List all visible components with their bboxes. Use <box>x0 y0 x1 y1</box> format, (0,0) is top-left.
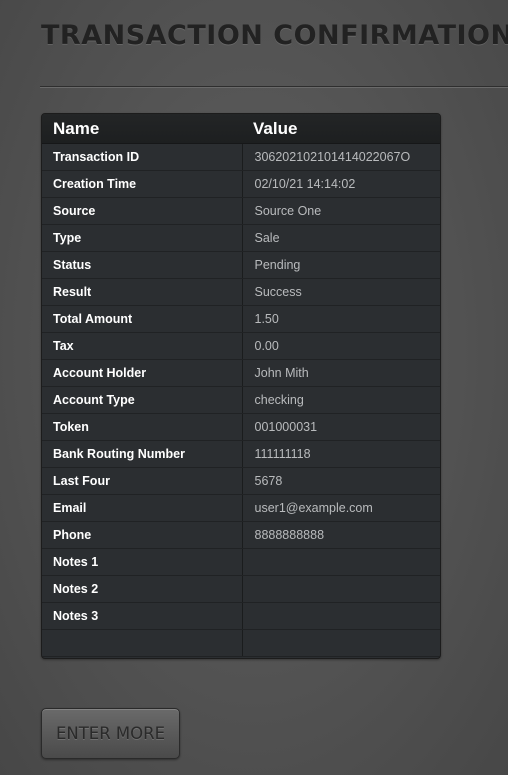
row-name: Type <box>42 224 243 252</box>
row-name: Account Type <box>42 386 243 414</box>
row-value: 111111118 <box>242 440 440 468</box>
row-value: Pending <box>242 251 440 279</box>
row-name: Notes 3 <box>42 602 243 630</box>
row-value: John Mith <box>242 359 440 387</box>
table-row: Notes 1 <box>42 548 440 576</box>
row-name: Tax <box>42 332 243 360</box>
transaction-table: Name Value Transaction ID 30620210210141… <box>41 113 441 659</box>
table-row: Phone 8888888888 <box>42 521 440 549</box>
row-value: 0.00 <box>242 332 440 360</box>
row-name: Account Holder <box>42 359 243 387</box>
table-row: Total Amount 1.50 <box>42 305 440 333</box>
row-value: Success <box>242 278 440 306</box>
row-value: user1@example.com <box>242 494 440 522</box>
table-row: Notes 2 <box>42 575 440 603</box>
table-row: Email user1@example.com <box>42 494 440 522</box>
row-name: Email <box>42 494 243 522</box>
row-value: 1.50 <box>242 305 440 333</box>
row-value: Source One <box>242 197 440 225</box>
row-name: Source <box>42 197 243 225</box>
table-row: Token 001000031 <box>42 413 440 441</box>
row-name: Bank Routing Number <box>42 440 243 468</box>
column-header-value: Value <box>242 114 440 144</box>
row-name: Status <box>42 251 243 279</box>
table-row: Creation Time 02/10/21 14:14:02 <box>42 170 440 198</box>
row-value: 8888888888 <box>242 521 440 549</box>
row-name: Total Amount <box>42 305 243 333</box>
enter-more-button[interactable]: ENTER MORE <box>41 708 180 759</box>
page-title: TRANSACTION CONFIRMATION <box>41 20 508 51</box>
row-name: Last Four <box>42 467 243 495</box>
table-row: Last Four 5678 <box>42 467 440 495</box>
table-row: Result Success <box>42 278 440 306</box>
row-name: Notes 1 <box>42 548 243 576</box>
row-value: 306202102101414022067O <box>242 143 440 171</box>
table-row: Source Source One <box>42 197 440 225</box>
table-header-row: Name Value <box>42 114 440 144</box>
table-row: Tax 0.00 <box>42 332 440 360</box>
row-value <box>242 602 440 630</box>
table-row: Notes 3 <box>42 602 440 630</box>
table-row: Type Sale <box>42 224 440 252</box>
row-value: checking <box>242 386 440 414</box>
empty-cell <box>242 629 440 657</box>
row-value: 02/10/21 14:14:02 <box>242 170 440 198</box>
row-value <box>242 548 440 576</box>
row-name: Result <box>42 278 243 306</box>
row-name: Notes 2 <box>42 575 243 603</box>
row-value: 001000031 <box>242 413 440 441</box>
empty-table-row <box>42 629 440 657</box>
table-row: Status Pending <box>42 251 440 279</box>
table-row: Bank Routing Number 111111118 <box>42 440 440 468</box>
row-value: 5678 <box>242 467 440 495</box>
row-name: Phone <box>42 521 243 549</box>
column-header-name: Name <box>42 114 242 144</box>
row-name: Creation Time <box>42 170 243 198</box>
table-row: Account Holder John Mith <box>42 359 440 387</box>
empty-cell <box>42 629 243 657</box>
row-name: Token <box>42 413 243 441</box>
table-row: Account Type checking <box>42 386 440 414</box>
row-value <box>242 575 440 603</box>
row-name: Transaction ID <box>42 143 243 171</box>
row-value: Sale <box>242 224 440 252</box>
table-row: Transaction ID 306202102101414022067O <box>42 143 440 171</box>
title-divider <box>40 86 508 88</box>
